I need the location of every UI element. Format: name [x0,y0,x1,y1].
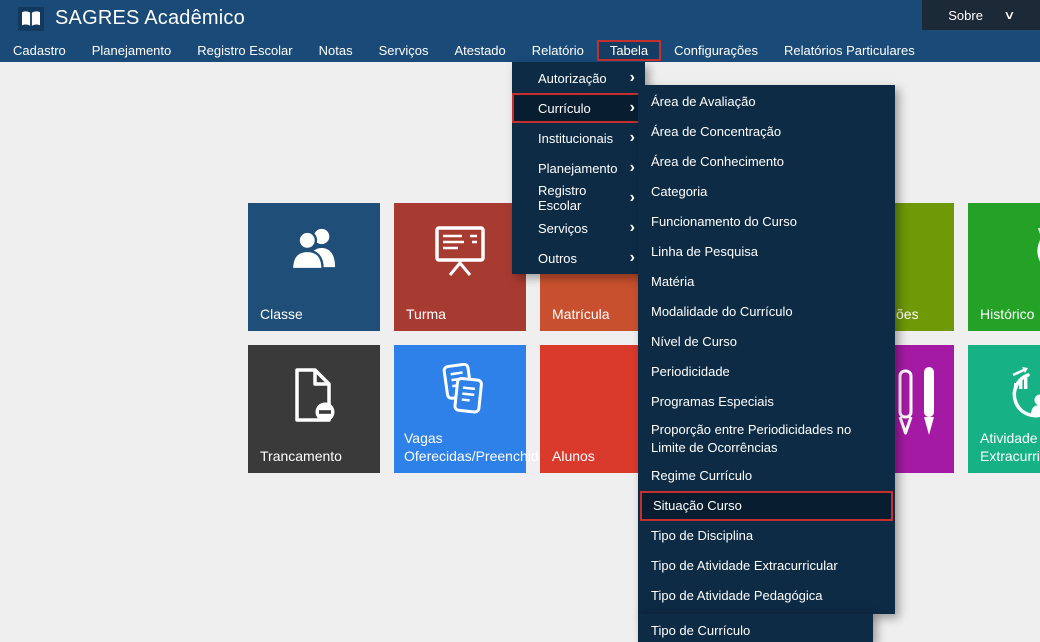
people-icon [287,225,341,271]
submenu-item-funcionamento-do-curso[interactable]: Funcionamento do Curso [638,207,895,237]
chevron-down-icon: ∨ [1003,8,1015,22]
tile-vagas-oferecidas[interactable]: Vagas Oferecidas/Preenchidas [394,345,526,473]
submenu-item-tipo-de-curriculo[interactable]: Tipo de Currículo [638,614,873,642]
submenu-item-linha-de-pesquisa[interactable]: Linha de Pesquisa [638,237,895,267]
tile-turma[interactable]: Turma [394,203,526,331]
menu-relatorios-particulares[interactable]: Relatórios Particulares [771,40,928,61]
tile-label: Trancamento [260,447,370,465]
history-clock-icon [1034,225,1040,277]
submenu-item-tipo-de-atividade-pedagogica[interactable]: Tipo de Atividade Pedagógica [638,581,895,611]
header-bar: SAGRES Acadêmico Cadastro Planejamento R… [0,0,1040,62]
tile-label: Vagas Oferecidas/Preenchidas [404,429,516,465]
main-menubar: Cadastro Planejamento Registro Escolar N… [0,38,928,62]
tile-historico[interactable]: Histórico [968,203,1040,331]
submenu-item-nivel-de-curso[interactable]: Nível de Curso [638,327,895,357]
menu-notas[interactable]: Notas [306,40,366,61]
tile-label: Classe [260,305,370,323]
app-logo [18,7,44,31]
submenu-item-situacao-curso[interactable]: Situação Curso [640,491,893,521]
app-window: SAGRES Acadêmico Cadastro Planejamento R… [0,0,1040,642]
menu-item-curriculo[interactable]: Currículo [512,93,645,123]
presentation-board-icon [434,225,486,277]
submenu-item-categoria[interactable]: Categoria [638,177,895,207]
tile-atividade-extracurricular[interactable]: Atividade Extracurricular [968,345,1040,473]
menu-item-registro-escolar[interactable]: Registro Escolar [512,183,645,213]
submenu-item-programas-especiais[interactable]: Programas Especiais [638,387,895,417]
documents-icon [434,363,486,415]
open-book-icon [20,10,42,28]
tile-label: Histórico [980,305,1040,323]
submenu-item-materia[interactable]: Matéria [638,267,895,297]
submenu-item-tipo-de-disciplina[interactable]: Tipo de Disciplina [638,521,895,551]
submenu-item-area-de-concentracao[interactable]: Área de Concentração [638,117,895,147]
tile-trancamento[interactable]: Trancamento [248,345,380,473]
submenu-item-area-de-avaliacao[interactable]: Área de Avaliação [638,87,895,117]
menu-item-institucionais[interactable]: Institucionais [512,123,645,153]
submenu-item-tipo-de-atividade-extracurricular[interactable]: Tipo de Atividade Extracurricular [638,551,895,581]
tabela-dropdown-menu: Autorização Currículo Institucionais Pla… [512,62,645,274]
page-title: SAGRES Acadêmico [55,7,245,30]
menu-servicos[interactable]: Serviços [366,40,442,61]
pens-icon [894,361,946,447]
menu-tabela[interactable]: Tabela [597,40,661,61]
tile-label: ões [896,305,944,323]
submenu-item-regime-curriculo[interactable]: Regime Currículo [638,461,895,491]
about-dropdown[interactable]: Sobre ∨ [922,0,1040,30]
menu-cadastro[interactable]: Cadastro [0,40,79,61]
menu-item-servicos[interactable]: Serviços [512,213,645,243]
menu-configuracoes[interactable]: Configurações [661,40,771,61]
menu-relatorio[interactable]: Relatório [519,40,597,61]
menu-item-outros[interactable]: Outros [512,243,645,273]
person-activity-icon [1006,367,1040,423]
menu-planejamento[interactable]: Planejamento [79,40,185,61]
tile-label: Turma [406,305,516,323]
submenu-item-periodicidade[interactable]: Periodicidade [638,357,895,387]
menu-registro-escolar[interactable]: Registro Escolar [184,40,305,61]
menu-item-planejamento[interactable]: Planejamento [512,153,645,183]
submenu-item-area-de-conhecimento[interactable]: Área de Conhecimento [638,147,895,177]
menu-item-autorizacao[interactable]: Autorização [512,63,645,93]
menu-atestado[interactable]: Atestado [441,40,518,61]
submenu-item-modalidade-do-curriculo[interactable]: Modalidade do Currículo [638,297,895,327]
curriculo-submenu: Área de Avaliação Área de Concentração Á… [638,85,895,614]
submenu-item-proporcao-periodicidades[interactable]: Proporção entre Periodicidades no Limite… [638,417,895,461]
tile-classe[interactable]: Classe [248,203,380,331]
document-minus-icon [291,367,337,423]
tile-label: Atividade Extracurricular [980,429,1040,465]
about-label: Sobre [948,8,983,23]
